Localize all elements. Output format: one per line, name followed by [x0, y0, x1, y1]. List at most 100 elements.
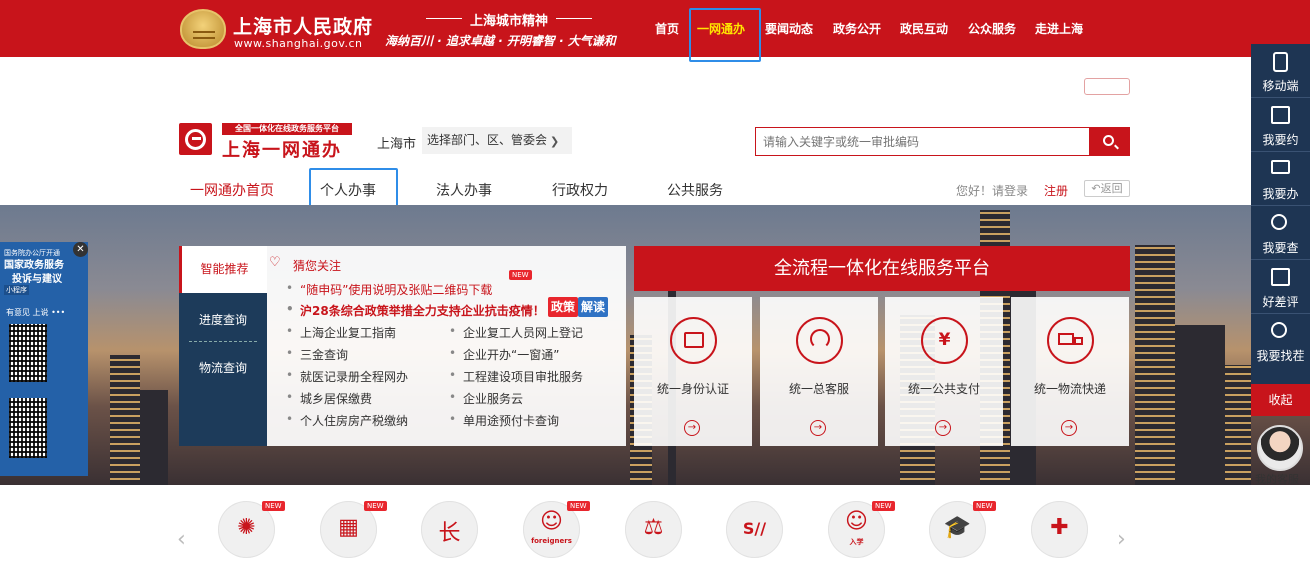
- social-security-icon[interactable]: S//: [726, 501, 783, 558]
- subnav-personal[interactable]: 个人办事: [320, 180, 376, 200]
- sidebar-item-label: 我要办: [1262, 187, 1299, 201]
- back-button[interactable]: ↶返回: [1084, 180, 1130, 197]
- sidebar-item-appointment[interactable]: 我要约: [1251, 98, 1310, 152]
- news-item-suishenma[interactable]: “随申码”使用说明及张贴二维码下载: [286, 281, 492, 298]
- list-item[interactable]: 三金查询: [286, 346, 348, 363]
- sidebar-item-rating[interactable]: 好差评: [1251, 260, 1310, 314]
- heart-icon: ♡: [269, 255, 281, 270]
- sidebar-item-label: 我要查: [1262, 241, 1299, 255]
- tab-logistics-query[interactable]: 物流查询: [179, 359, 267, 376]
- headset-icon: [796, 317, 843, 364]
- list-item[interactable]: 就医记录册全程网办: [286, 368, 408, 385]
- ad-line4: 有意见 上说 •••: [6, 308, 66, 317]
- gov-seal-icon[interactable]: [180, 9, 226, 49]
- site-title[interactable]: 上海市人民政府: [233, 12, 373, 39]
- list-item[interactable]: 企业开办“一窗通”: [449, 346, 560, 363]
- arrow-right-icon[interactable]: →: [684, 420, 700, 436]
- qr-code-icon: [9, 398, 47, 458]
- arrow-right-icon[interactable]: →: [810, 420, 826, 436]
- tab-progress-query[interactable]: 进度查询: [179, 311, 267, 328]
- carousel-next-icon[interactable]: ›: [1117, 527, 1126, 552]
- card-identity-auth[interactable]: 统一身份认证 →: [634, 297, 752, 446]
- search-input[interactable]: [755, 127, 1089, 156]
- chevron-down-icon: ❯: [550, 135, 560, 148]
- sidebar-item-label: 我要找茬: [1256, 349, 1305, 363]
- topnav-interaction[interactable]: 政民互动: [900, 20, 948, 37]
- portal-name[interactable]: 上海一网通办: [222, 136, 342, 162]
- interpret-badge[interactable]: 解读: [578, 297, 609, 317]
- collapse-button[interactable]: 收起: [1251, 384, 1310, 416]
- new-badge: NEW: [973, 501, 996, 511]
- arrow-right-icon[interactable]: →: [1061, 420, 1077, 436]
- search-button[interactable]: [1089, 127, 1130, 156]
- sidebar-item-find-fault[interactable]: 我要找茬: [1251, 314, 1310, 368]
- department-select-value: 选择部门、区、管委会: [427, 133, 548, 147]
- arrow-right-icon[interactable]: →: [935, 420, 951, 436]
- department-select[interactable]: 选择部门、区、管委会 ❯: [422, 127, 572, 154]
- yiwangtongban-logo-icon[interactable]: [179, 123, 212, 155]
- close-icon[interactable]: ✕: [73, 242, 88, 257]
- topnav-yiwangtongban[interactable]: 一网通办: [697, 20, 745, 37]
- list-item[interactable]: 上海企业复工指南: [286, 324, 396, 341]
- ad-line3: 小程序: [4, 285, 29, 295]
- subnav-public-service[interactable]: 公共服务: [667, 180, 723, 200]
- login-link[interactable]: 您好！请登录: [956, 182, 1028, 199]
- topnav-about-shanghai[interactable]: 走进上海: [1035, 20, 1083, 37]
- query-tabs: 智能推荐 进度查询 物流查询: [179, 246, 267, 446]
- sidebar-item-handle[interactable]: 我要办: [1251, 152, 1310, 206]
- sidebar-item-label: 我要约: [1262, 133, 1299, 147]
- news-item-policy[interactable]: 沪28条综合政策举措全力支持企业抗击疫情！: [286, 302, 545, 319]
- sidebar-item-mobile[interactable]: 移动端: [1251, 44, 1310, 98]
- topnav-news[interactable]: 要闻动态: [765, 20, 813, 37]
- small-top-button[interactable]: [1084, 78, 1130, 95]
- list-item[interactable]: 城乡居保缴费: [286, 390, 372, 407]
- customer-service-label[interactable]: 我的客服: [1255, 471, 1299, 487]
- list-item[interactable]: 工程建设项目审批服务: [449, 368, 583, 385]
- city-label: 上海市: [377, 137, 417, 152]
- sidebar-item-label: 移动端: [1262, 79, 1299, 93]
- topnav-gov-open[interactable]: 政务公开: [833, 20, 881, 37]
- list-item[interactable]: 企业服务云: [449, 390, 523, 407]
- new-badge: NEW: [509, 270, 532, 280]
- card-public-payment[interactable]: ¥ 统一公共支付 →: [885, 297, 1003, 446]
- card-logistics[interactable]: 统一物流快递 →: [1011, 297, 1129, 446]
- topnav-public-service[interactable]: 公众服务: [968, 20, 1016, 37]
- mobile-icon: [1273, 52, 1288, 72]
- changsanjiao-icon[interactable]: 长: [421, 501, 478, 558]
- register-link[interactable]: 注册: [1044, 182, 1068, 199]
- new-badge: NEW: [872, 501, 895, 511]
- sidebar-item-query[interactable]: 我要查: [1251, 206, 1310, 260]
- edit-icon: [1271, 268, 1290, 286]
- new-badge: NEW: [262, 501, 285, 511]
- card-customer-service[interactable]: 统一总客服 →: [760, 297, 878, 446]
- subnav-portal-home[interactable]: 一网通办首页: [190, 180, 274, 200]
- yuan-icon: ¥: [921, 317, 968, 364]
- medical-icon[interactable]: ✚: [1031, 501, 1088, 558]
- id-card-icon: [670, 317, 717, 364]
- policy-badge[interactable]: 政策: [548, 297, 579, 317]
- city-spirit-motto: 海纳百川 · 追求卓越 · 开明睿智 · 大气谦和: [385, 34, 616, 48]
- subnav-admin-power[interactable]: 行政权力: [552, 180, 608, 200]
- topnav-home[interactable]: 首页: [655, 20, 679, 37]
- search-list-icon: [1271, 214, 1287, 230]
- list-item[interactable]: 个人住房房产税缴纳: [286, 412, 408, 429]
- top-bar: 上海市人民政府 www.shanghai.gov.cn 上海城市精神 海纳百川 …: [0, 0, 1310, 57]
- site-url[interactable]: www.shanghai.gov.cn: [234, 37, 363, 50]
- card-label: 统一总客服: [788, 382, 849, 396]
- recommend-title: ♡ 猜您关注: [269, 255, 342, 274]
- list-item[interactable]: 单用途预付卡查询: [449, 412, 559, 429]
- back-label: 返回: [1100, 182, 1123, 195]
- ad-line1: 国家政务服务: [4, 260, 64, 271]
- carousel-prev-icon[interactable]: ‹: [177, 527, 186, 552]
- list-item[interactable]: 企业复工人员网上登记: [449, 324, 583, 341]
- city-spirit-title: 上海城市精神: [426, 10, 592, 29]
- back-icon: ↶: [1091, 182, 1101, 195]
- search-icon: [1103, 135, 1114, 146]
- complaint-miniprogram-ad[interactable]: 国务院办公厅开通 国家政务服务 投诉与建议 小程序 有意见 上说 ••• ✕: [0, 242, 88, 476]
- tab-smart-recommend[interactable]: 智能推荐: [179, 246, 267, 293]
- justice-icon[interactable]: ⚖: [625, 501, 682, 558]
- subnav-legal-entity[interactable]: 法人办事: [436, 180, 492, 200]
- tab-divider: [189, 341, 257, 342]
- customer-service-avatar[interactable]: [1257, 425, 1303, 471]
- recommend-title-text: 猜您关注: [293, 259, 342, 273]
